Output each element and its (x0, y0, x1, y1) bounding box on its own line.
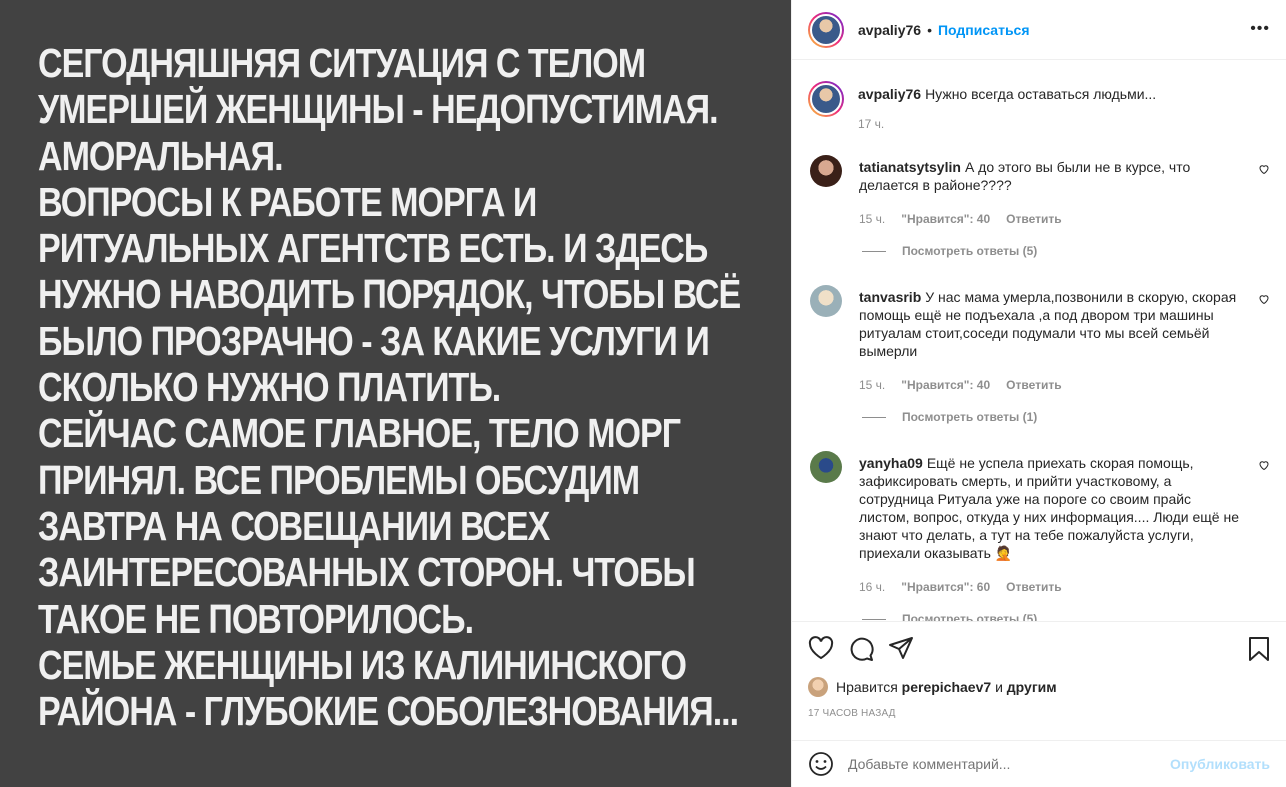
view-replies-button[interactable]: Посмотреть ответы (5) (862, 612, 1270, 621)
more-options-icon[interactable]: ••• (1250, 21, 1270, 37)
comment-like-heart-icon[interactable] (1258, 459, 1270, 471)
view-replies-label: Посмотреть ответы (5) (902, 244, 1038, 258)
comment-time[interactable]: 16 ч. (859, 578, 885, 596)
commenter-avatar[interactable] (810, 285, 842, 317)
post-modal: СЕГОДНЯШНЯЯ СИТУАЦИЯ С ТЕЛОМ УМЕРШЕЙ ЖЕН… (0, 0, 1286, 787)
emoji-icon[interactable] (808, 751, 834, 777)
share-send-icon[interactable] (888, 636, 914, 660)
action-bar (792, 621, 1286, 673)
comment-item: tatianatsytsylin А до этого вы были не в … (808, 155, 1270, 228)
likes-summary: Нравится perepichaev7 и другим (808, 677, 1057, 697)
likes-others-link[interactable]: другим (1007, 679, 1057, 695)
add-comment-bar: Опубликовать (792, 740, 1286, 787)
replies-divider (862, 416, 886, 418)
reply-button[interactable]: Ответить (1006, 578, 1061, 596)
view-replies-label: Посмотреть ответы (5) (902, 612, 1038, 621)
comment-like-heart-icon[interactable] (1258, 293, 1270, 305)
liker-username[interactable]: perepichaev7 (902, 679, 992, 695)
caption-username[interactable]: avpaliy76 (858, 86, 921, 102)
comment-time[interactable]: 15 ч. (859, 210, 885, 228)
comment-username[interactable]: yanyha09 (859, 455, 923, 471)
comment-time[interactable]: 15 ч. (859, 376, 885, 394)
comment-username[interactable]: tatianatsytsylin (859, 159, 961, 175)
caption-text: Нужно всегда оставаться людьми... (925, 86, 1157, 102)
view-replies-button[interactable]: Посмотреть ответы (5) (862, 244, 1270, 258)
comment-item: tanvasrib У нас мама умерла,позвонили в с… (808, 285, 1270, 394)
post-sidebar: avpaliy76 • Подписаться ••• avpaliy76 Нуж… (791, 0, 1286, 787)
view-replies-button[interactable]: Посмотреть ответы (1) (862, 410, 1270, 424)
publish-button[interactable]: Опубликовать (1170, 756, 1270, 772)
post-image[interactable]: СЕГОДНЯШНЯЯ СИТУАЦИЯ С ТЕЛОМ УМЕРШЕЙ ЖЕН… (0, 0, 791, 787)
reply-button[interactable]: Ответить (1006, 376, 1061, 394)
separator-dot: • (927, 21, 932, 38)
follow-button[interactable]: Подписаться (938, 22, 1030, 38)
caption-avatar[interactable] (808, 81, 844, 117)
post-caption: avpaliy76 Нужно всегда оставаться людьми.… (808, 61, 1270, 133)
comment-bubble-icon[interactable] (848, 636, 874, 662)
comment-likes[interactable]: "Нравится": 40 (901, 210, 990, 228)
like-heart-icon[interactable] (808, 636, 834, 660)
comment-username[interactable]: tanvasrib (859, 289, 921, 305)
caption-time[interactable]: 17 ч. (858, 115, 884, 133)
liker-avatar[interactable] (808, 677, 828, 697)
bookmark-icon[interactable] (1248, 636, 1270, 662)
likes-prefix: Нравится (836, 679, 898, 695)
replies-divider (862, 250, 886, 252)
comment-input[interactable] (848, 756, 1171, 772)
comment-item: yanyha09 Ещё не успела приехать скорая по… (808, 451, 1270, 596)
likes-middle: и (995, 679, 1003, 695)
commenter-avatar[interactable] (810, 155, 842, 187)
author-username[interactable]: avpaliy76 (858, 22, 921, 38)
comment-likes[interactable]: "Нравится": 60 (901, 578, 990, 596)
view-replies-label: Посмотреть ответы (1) (902, 410, 1038, 424)
comment-likes[interactable]: "Нравится": 40 (901, 376, 990, 394)
comment-like-heart-icon[interactable] (1258, 163, 1270, 175)
replies-divider (862, 618, 886, 620)
post-time-ago[interactable]: 17 ЧАСОВ НАЗАД (808, 708, 896, 719)
reply-button[interactable]: Ответить (1006, 210, 1061, 228)
author-avatar[interactable] (808, 11, 844, 48)
comments-list[interactable]: avpaliy76 Нужно всегда оставаться людьми.… (792, 61, 1286, 621)
post-image-text: СЕГОДНЯШНЯЯ СИТУАЦИЯ С ТЕЛОМ УМЕРШЕЙ ЖЕН… (38, 40, 741, 735)
post-header: avpaliy76 • Подписаться ••• (792, 0, 1286, 60)
commenter-avatar[interactable] (810, 451, 842, 483)
